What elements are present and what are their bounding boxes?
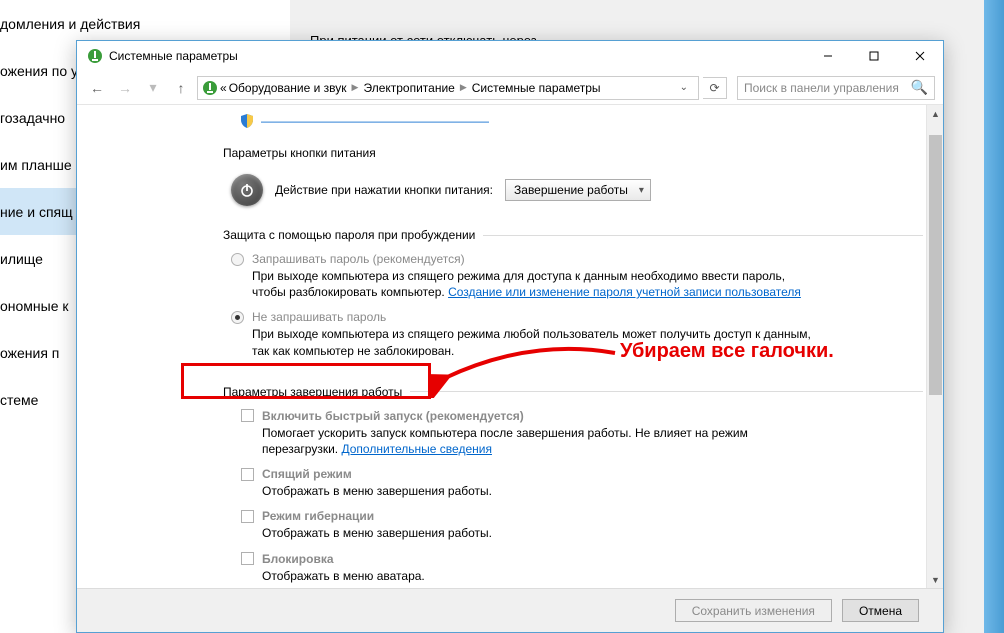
checkbox-lock-desc: Отображать в меню аватара. (262, 568, 822, 584)
breadcrumb-seg-1[interactable]: Электропитание (363, 81, 454, 95)
address-row: ← → ▾ ↑ « Оборудование и звук ▶ Электроп… (77, 71, 943, 105)
section-protection-header: Защита с помощью пароля при пробуждении (223, 228, 475, 242)
divider (410, 391, 923, 392)
breadcrumb-seg-2[interactable]: Системные параметры (472, 81, 601, 95)
checkbox-sleep[interactable] (241, 468, 254, 481)
power-button-label: Действие при нажатии кнопки питания: (275, 183, 493, 197)
shield-icon (239, 113, 255, 129)
up-button[interactable]: ↑ (169, 76, 193, 100)
section-power-button-header: Параметры кнопки питания (223, 146, 923, 160)
chevron-right-icon: ▶ (352, 82, 359, 93)
radio-no-password-label: Не запрашивать пароль (252, 310, 386, 324)
save-button[interactable]: Сохранить изменения (675, 599, 832, 622)
close-button[interactable] (897, 41, 943, 71)
scrollbar-thumb[interactable] (929, 135, 942, 395)
background-right-strip (984, 0, 1004, 633)
bg-settings-item-label: стеме (0, 392, 38, 408)
breadcrumb-seg-0[interactable]: Оборудование и звук (229, 81, 347, 95)
window-title: Системные параметры (109, 49, 238, 63)
truncated-top-link[interactable]: ——————————————————— (239, 113, 489, 129)
minimize-button[interactable] (805, 41, 851, 71)
titlebar: Системные параметры (77, 41, 943, 71)
bg-settings-item-label: ние и спящ (0, 204, 73, 220)
checkbox-lock[interactable] (241, 552, 254, 565)
checkbox-fast-startup-label: Включить быстрый запуск (рекомендуется) (262, 409, 524, 423)
vertical-scrollbar[interactable]: ▲ ▼ (926, 105, 943, 588)
more-info-link[interactable]: Дополнительные сведения (341, 442, 491, 456)
maximize-button[interactable] (851, 41, 897, 71)
bg-settings-item-label: им планше (0, 157, 72, 173)
back-button[interactable]: ← (85, 76, 109, 100)
bg-settings-item-label: ожения п (0, 345, 59, 361)
power-button-action-select[interactable]: Завершение работы (505, 179, 651, 201)
checkbox-hibernate[interactable] (241, 510, 254, 523)
annotation-text: Убираем все галочки. (620, 340, 834, 363)
checkbox-hibernate-label: Режим гибернации (262, 509, 374, 523)
breadcrumb-bar[interactable]: « Оборудование и звук ▶ Электропитание ▶… (197, 76, 699, 100)
system-parameters-window: Системные параметры ← → ▾ ↑ « Оборудован… (76, 40, 944, 633)
power-icon (231, 174, 263, 206)
bg-settings-item-label: гозадачно (0, 110, 65, 126)
search-icon: 🔍 (911, 79, 928, 96)
scroll-up-arrow-icon[interactable]: ▲ (927, 105, 943, 122)
forward-button[interactable]: → (113, 76, 137, 100)
radio-require-password-label: Запрашивать пароль (рекомендуется) (252, 252, 465, 266)
content-area: ——————————————————— Параметры кнопки пит… (77, 105, 943, 632)
radio-no-password[interactable] (231, 311, 244, 324)
radio-require-password-desc: При выходе компьютера из спящего режима … (252, 268, 812, 300)
checkbox-fast-startup[interactable] (241, 409, 254, 422)
checkbox-lock-label: Блокировка (262, 552, 334, 566)
checkbox-fast-startup-desc: Помогает ускорить запуск компьютера посл… (262, 425, 822, 457)
scroll-down-arrow-icon[interactable]: ▼ (927, 571, 943, 588)
bg-settings-item-label: илище (0, 251, 43, 267)
search-placeholder: Поиск в панели управления (744, 81, 899, 95)
breadcrumb-icon (202, 80, 218, 96)
checkbox-sleep-desc: Отображать в меню завершения работы. (262, 483, 822, 499)
breadcrumb-ellipsis[interactable]: « (220, 81, 227, 95)
chevron-right-icon: ▶ (460, 82, 467, 93)
create-password-link[interactable]: Создание или изменение пароля учетной за… (448, 285, 801, 299)
search-input[interactable]: Поиск в панели управления 🔍 (737, 76, 935, 100)
window-icon (87, 48, 103, 64)
footer-bar: Сохранить изменения Отмена (77, 588, 943, 632)
bg-settings-item-label: домления и действия (0, 16, 140, 32)
radio-require-password[interactable] (231, 253, 244, 266)
checkbox-hibernate-desc: Отображать в меню завершения работы. (262, 525, 822, 541)
address-dropdown-icon[interactable]: ⌄ (674, 82, 694, 93)
section-shutdown-header: Параметры завершения работы (223, 385, 402, 399)
cancel-button[interactable]: Отмена (842, 599, 919, 622)
bg-settings-item-label: ономные к (0, 298, 69, 314)
divider (483, 235, 923, 236)
recent-button[interactable]: ▾ (141, 76, 165, 100)
checkbox-sleep-label: Спящий режим (262, 467, 352, 481)
refresh-button[interactable]: ⟳ (703, 77, 727, 99)
